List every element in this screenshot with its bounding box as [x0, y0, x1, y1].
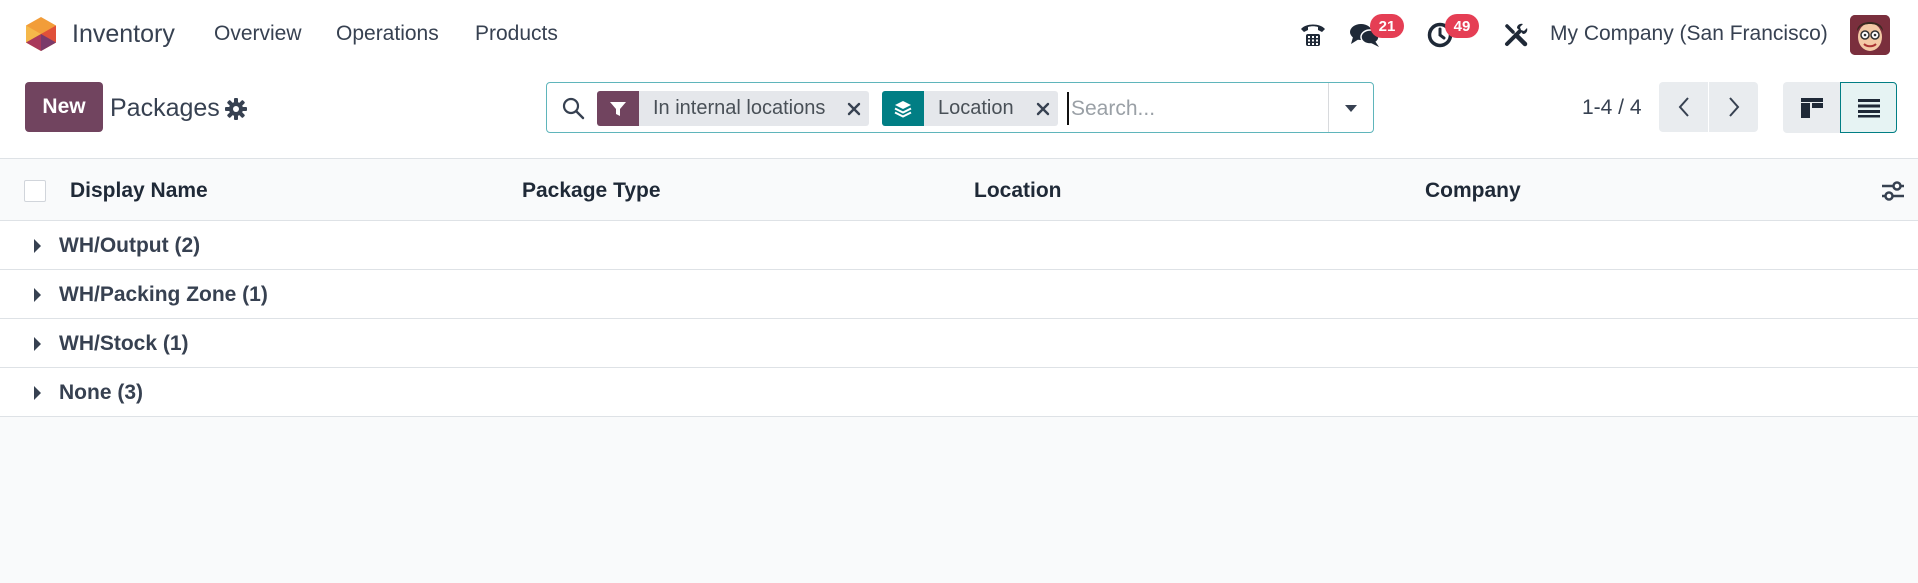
- menu-products[interactable]: Products: [475, 22, 558, 46]
- kanban-view-button[interactable]: [1783, 82, 1840, 133]
- caret-right-icon: [34, 386, 41, 400]
- new-button[interactable]: New: [25, 82, 103, 132]
- group-row-none[interactable]: None (3): [0, 368, 1918, 417]
- caret-right-icon: [34, 337, 41, 351]
- messages-badge: 21: [1370, 14, 1404, 38]
- group-by-icon: [882, 91, 924, 126]
- search-input[interactable]: [1067, 92, 1327, 125]
- search-options-toggle[interactable]: [1328, 83, 1373, 132]
- filter-icon: [597, 91, 639, 126]
- group-row-wh-output[interactable]: WH/Output (2): [0, 221, 1918, 270]
- group-row-wh-packing-zone[interactable]: WH/Packing Zone (1): [0, 270, 1918, 319]
- search-bar: In internal locations Location: [546, 82, 1374, 133]
- menu-overview[interactable]: Overview: [214, 22, 302, 46]
- caret-right-icon: [34, 239, 41, 253]
- app-logo-icon[interactable]: [24, 16, 58, 52]
- app-name[interactable]: Inventory: [72, 20, 175, 49]
- facet-group-by: Location: [882, 91, 1058, 126]
- list-view: Display Name Package Type Location Compa…: [0, 158, 1918, 583]
- list-view-button[interactable]: [1840, 82, 1897, 133]
- pager-previous-button[interactable]: [1659, 82, 1708, 132]
- pager-value[interactable]: 1-4 / 4: [1582, 96, 1642, 120]
- column-package-type[interactable]: Package Type: [522, 179, 661, 203]
- facet-label: Location: [938, 97, 1014, 119]
- close-icon[interactable]: [839, 91, 869, 126]
- kanban-view-icon: [1800, 97, 1823, 118]
- activities-badge: 49: [1445, 14, 1479, 38]
- chevron-down-icon: [1345, 104, 1357, 112]
- chevron-right-icon: [1728, 97, 1739, 117]
- column-display-name[interactable]: Display Name: [70, 179, 208, 203]
- column-company[interactable]: Company: [1425, 179, 1521, 203]
- gear-icon[interactable]: [224, 97, 248, 121]
- group-rows: WH/Output (2) WH/Packing Zone (1) WH/Sto…: [0, 221, 1918, 417]
- caret-right-icon: [34, 288, 41, 302]
- facet-label: In internal locations: [653, 97, 826, 119]
- facet-filter: In internal locations: [597, 91, 870, 126]
- search-icon[interactable]: [561, 96, 585, 120]
- close-icon[interactable]: [1028, 91, 1058, 126]
- company-switcher[interactable]: My Company (San Francisco): [1550, 22, 1828, 46]
- user-avatar[interactable]: [1850, 15, 1890, 55]
- group-label: None (3): [59, 381, 143, 404]
- phone-icon[interactable]: [1296, 18, 1330, 52]
- menu-operations[interactable]: Operations: [336, 22, 439, 46]
- tools-icon[interactable]: [1499, 18, 1533, 52]
- optional-columns-icon[interactable]: [1880, 179, 1906, 203]
- group-label: WH/Stock (1): [59, 332, 189, 355]
- column-location[interactable]: Location: [974, 179, 1062, 203]
- group-label: WH/Output (2): [59, 234, 201, 257]
- list-header: Display Name Package Type Location Compa…: [0, 158, 1918, 221]
- chevron-left-icon: [1678, 97, 1689, 117]
- group-label: WH/Packing Zone (1): [59, 283, 268, 306]
- pager-next-button[interactable]: [1709, 82, 1758, 132]
- top-navbar: Inventory Overview Operations Products 2…: [0, 0, 1918, 70]
- page-title: Packages: [110, 94, 220, 122]
- group-row-wh-stock[interactable]: WH/Stock (1): [0, 319, 1918, 368]
- select-all-checkbox[interactable]: [24, 180, 46, 202]
- list-view-icon: [1857, 98, 1880, 117]
